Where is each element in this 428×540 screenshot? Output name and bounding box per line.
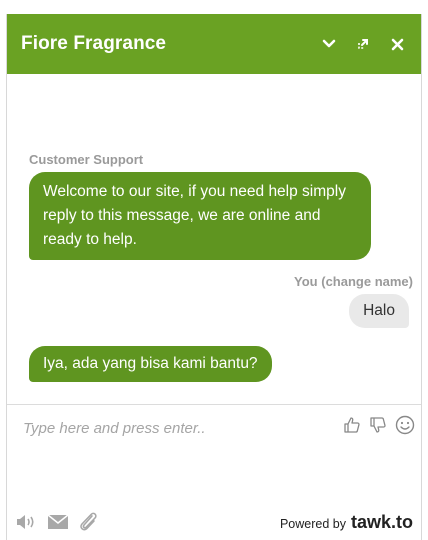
smiley-icon xyxy=(395,415,415,435)
powered-by[interactable]: Powered by tawk.to xyxy=(280,512,413,533)
powered-by-label: Powered by xyxy=(279,517,346,531)
thumbs-down-icon xyxy=(370,417,386,433)
attach-file-button[interactable] xyxy=(77,510,99,534)
agent-message-bubble: Welcome to our site, if you need help si… xyxy=(29,172,371,260)
close-icon xyxy=(391,38,403,50)
email-icon xyxy=(47,514,69,529)
sound-icon xyxy=(17,515,34,529)
visitor-name: You xyxy=(294,274,318,289)
email-transcript-button[interactable] xyxy=(47,514,69,530)
footer-tools xyxy=(15,510,107,534)
paperclip-icon xyxy=(80,512,97,531)
thumbs-up-icon xyxy=(344,417,360,433)
message-input[interactable] xyxy=(21,419,325,438)
close-button[interactable] xyxy=(385,32,409,56)
chat-header: Fiore Fragrance xyxy=(7,14,421,74)
message-list[interactable]: Customer Support Welcome to our site, if… xyxy=(7,74,421,404)
message-composer xyxy=(7,404,421,490)
thumbs-up-button[interactable] xyxy=(343,416,361,434)
widget-footer: Powered by tawk.to xyxy=(7,490,421,540)
agent-name: Customer Support xyxy=(29,152,144,167)
popout-icon xyxy=(358,39,368,49)
minimize-button[interactable] xyxy=(317,32,341,56)
popout-button[interactable] xyxy=(351,32,375,56)
widget-title: Fiore Fragrance xyxy=(21,33,167,54)
thumbs-down-button[interactable] xyxy=(369,416,387,434)
chat-widget: Fiore Fragrance Customer Support Welcome… xyxy=(6,14,422,540)
agent-reply-bubble: Iya, ada yang bisa kami bantu? xyxy=(29,346,272,382)
chevron-down-icon xyxy=(322,39,336,48)
emoji-button[interactable] xyxy=(395,415,415,435)
sound-toggle-button[interactable] xyxy=(15,513,39,531)
visitor-message-bubble: Halo xyxy=(349,294,409,328)
brand-name: tawk.to xyxy=(350,512,413,532)
change-name-link[interactable]: (change name) xyxy=(321,274,413,289)
reaction-buttons xyxy=(335,415,415,435)
visitor-name-label: You (change name) xyxy=(294,274,413,289)
